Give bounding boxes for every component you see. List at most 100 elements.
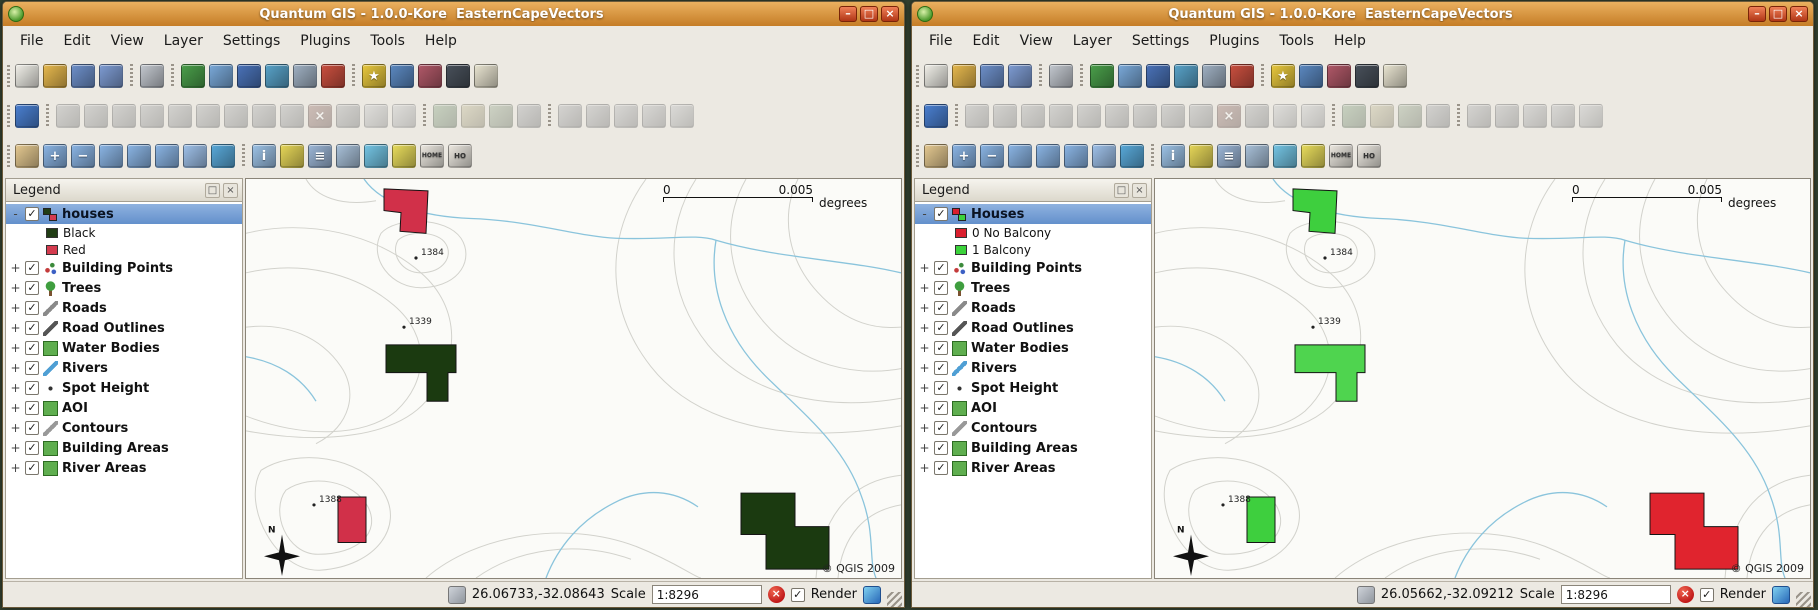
legend-layer-contours[interactable]: +✓Contours [6, 418, 242, 438]
legend-layer-spot-height[interactable]: +✓Spot Height [6, 378, 242, 398]
menu-settings[interactable]: Settings [1123, 29, 1198, 53]
delete-part-icon[interactable] [1495, 104, 1519, 128]
expander-icon[interactable]: + [919, 381, 930, 395]
identify-features-icon[interactable]: i [1161, 144, 1185, 168]
legend-layer-houses[interactable]: -✓Houses [915, 204, 1151, 224]
add-island-icon[interactable] [461, 104, 485, 128]
add-ring-icon[interactable] [1342, 104, 1366, 128]
add-island-icon[interactable] [1370, 104, 1394, 128]
toggle-editing-icon[interactable] [924, 104, 948, 128]
show-map-tips-icon[interactable] [1301, 144, 1325, 168]
in-overview-icon[interactable] [418, 64, 442, 88]
map-canvas[interactable]: 1384 1339 1388 N 0 0.005 degrees © QGIS … [1154, 178, 1811, 579]
custom-home-icon[interactable]: HO [1357, 144, 1381, 168]
add-vector-layer-icon[interactable] [181, 64, 205, 88]
select-features-icon[interactable] [280, 144, 304, 168]
open-field-calculator-icon[interactable] [670, 104, 694, 128]
menu-tools[interactable]: Tools [361, 29, 414, 53]
layer-checkbox[interactable]: ✓ [934, 207, 948, 221]
add-vector-layer-icon[interactable] [1090, 64, 1114, 88]
measure-area-icon[interactable] [1273, 144, 1297, 168]
expander-icon[interactable]: + [919, 401, 930, 415]
title-bar[interactable]: Quantum GIS - 1.0.0-Kore EasternCapeVect… [912, 2, 1813, 26]
add-ring-icon[interactable] [433, 104, 457, 128]
legend-layer-aoi[interactable]: +✓AOI [6, 398, 242, 418]
menu-view[interactable]: View [102, 29, 153, 53]
expander-icon[interactable]: + [919, 321, 930, 335]
simplify-feature-icon[interactable] [1426, 104, 1450, 128]
delete-ring-icon[interactable] [558, 104, 582, 128]
expander-icon[interactable]: + [10, 441, 21, 455]
layer-checkbox[interactable]: ✓ [25, 341, 39, 355]
save-project-icon[interactable] [71, 64, 95, 88]
layer-checkbox[interactable]: ✓ [934, 381, 948, 395]
legend-class-black[interactable]: Black [6, 224, 242, 241]
legend-class-1-balcony[interactable]: 1 Balcony [915, 241, 1151, 258]
new-project-icon[interactable] [924, 64, 948, 88]
measure-area-icon[interactable] [364, 144, 388, 168]
layer-checkbox[interactable]: ✓ [25, 281, 39, 295]
legend-layer-building-areas[interactable]: +✓Building Areas [6, 438, 242, 458]
zoom-to-layer-icon[interactable] [1064, 144, 1088, 168]
menu-edit[interactable]: Edit [963, 29, 1008, 53]
paste-features-icon[interactable] [1301, 104, 1325, 128]
legend-layer-building-points[interactable]: +✓Building Points [6, 258, 242, 278]
layer-checkbox[interactable]: ✓ [25, 421, 39, 435]
undock-panel-icon[interactable]: □ [1114, 183, 1129, 198]
maximize-button[interactable]: □ [1769, 6, 1787, 22]
measure-line-icon[interactable] [1245, 144, 1269, 168]
expander-icon[interactable]: - [10, 207, 21, 221]
title-bar[interactable]: Quantum GIS - 1.0.0-Kore EasternCapeVect… [3, 2, 904, 26]
menu-view[interactable]: View [1011, 29, 1062, 53]
menu-help[interactable]: Help [1325, 29, 1375, 53]
pan-map-icon[interactable] [924, 144, 948, 168]
layer-checkbox[interactable]: ✓ [25, 361, 39, 375]
layer-checkbox[interactable]: ✓ [25, 381, 39, 395]
resize-grip[interactable] [1796, 592, 1811, 607]
legend-layer-trees[interactable]: +✓Trees [915, 278, 1151, 298]
expander-icon[interactable]: + [919, 441, 930, 455]
custom-home-icon[interactable]: HO [448, 144, 472, 168]
legend-class-0-no-balcony[interactable]: 0 No Balcony [915, 224, 1151, 241]
select-features-icon[interactable] [1189, 144, 1213, 168]
map-canvas[interactable]: 1384 1339 1388 N 0 0.005 degrees © QGIS … [245, 178, 902, 579]
new-project-icon[interactable] [15, 64, 39, 88]
expander-icon[interactable]: + [919, 361, 930, 375]
capture-line-icon[interactable] [993, 104, 1017, 128]
expander-icon[interactable]: + [10, 321, 21, 335]
coordinate-capture-icon[interactable] [1357, 586, 1375, 604]
minimize-button[interactable]: – [839, 6, 857, 22]
new-bookmark-icon[interactable]: ★ [362, 64, 386, 88]
coordinate-capture-icon[interactable] [448, 586, 466, 604]
legend-layer-rivers[interactable]: +✓Rivers [915, 358, 1151, 378]
expander-icon[interactable]: + [10, 401, 21, 415]
merge-features-icon[interactable] [1523, 104, 1547, 128]
expander-icon[interactable]: + [919, 301, 930, 315]
expander-icon[interactable]: + [10, 341, 21, 355]
layer-checkbox[interactable]: ✓ [934, 361, 948, 375]
move-feature-icon[interactable] [1049, 104, 1073, 128]
legend-layer-roads[interactable]: +✓Roads [6, 298, 242, 318]
layer-checkbox[interactable]: ✓ [934, 281, 948, 295]
delete-selected-icon[interactable]: × [1217, 104, 1241, 128]
layer-checkbox[interactable]: ✓ [934, 321, 948, 335]
layer-checkbox[interactable]: ✓ [25, 301, 39, 315]
layer-checkbox[interactable]: ✓ [25, 321, 39, 335]
menu-plugins[interactable]: Plugins [291, 29, 359, 53]
expander-icon[interactable]: + [10, 421, 21, 435]
rotate-point-symbols-icon[interactable] [642, 104, 666, 128]
zoom-out-icon[interactable]: − [980, 144, 1004, 168]
layer-checkbox[interactable]: ✓ [934, 341, 948, 355]
legend-layer-river-areas[interactable]: +✓River Areas [6, 458, 242, 478]
layer-checkbox[interactable]: ✓ [934, 301, 948, 315]
in-overview-icon[interactable] [1327, 64, 1351, 88]
expander-icon[interactable]: + [10, 301, 21, 315]
add-raster-layer-icon[interactable] [209, 64, 233, 88]
cut-features-icon[interactable] [1245, 104, 1269, 128]
expander-icon[interactable]: + [10, 381, 21, 395]
expander-icon[interactable]: + [10, 361, 21, 375]
legend-layer-river-areas[interactable]: +✓River Areas [915, 458, 1151, 478]
legend-layer-building-points[interactable]: +✓Building Points [915, 258, 1151, 278]
layer-checkbox[interactable]: ✓ [934, 441, 948, 455]
projection-icon[interactable] [863, 586, 881, 604]
